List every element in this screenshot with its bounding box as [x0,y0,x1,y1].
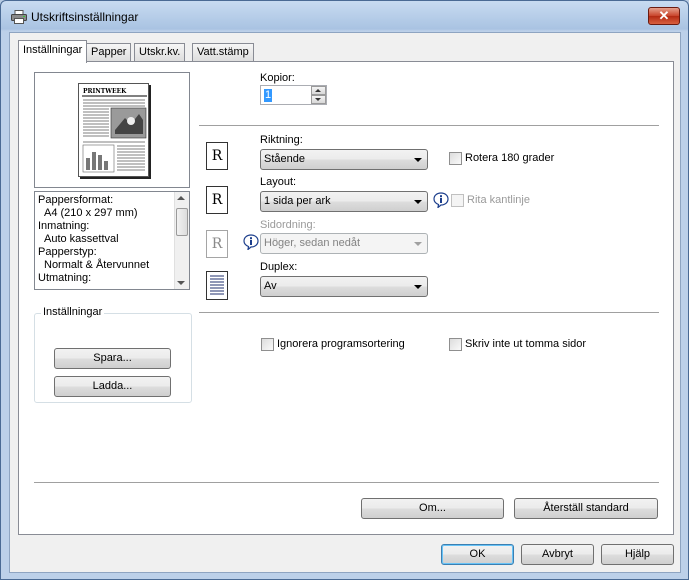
reset-defaults-button[interactable]: Återställ standard [514,498,658,519]
orientation-portrait-icon: R [206,142,228,170]
tab-label: Inställningar [23,44,83,56]
save-button[interactable]: Spara... [54,348,171,369]
load-button-label: Ladda... [92,380,133,392]
orientation-select[interactable]: Stående [260,149,428,170]
tab-papper[interactable]: Papper [86,43,132,62]
chevron-down-icon [414,200,422,204]
summary-line: Auto kassettval [44,233,119,245]
tab-installningar[interactable]: Inställningar [18,40,88,63]
page-order-value: Höger, sedan nedåt [264,237,361,249]
skip-blank-pages-label[interactable]: Skriv inte ut tomma sidor [465,338,586,350]
tab-vattstamp[interactable]: Vatt.stämp [192,43,254,62]
spin-down-button[interactable] [311,95,326,104]
ok-button[interactable]: OK [441,544,514,565]
close-icon: ✕ [658,8,670,23]
layout-select[interactable]: 1 sida per ark [260,191,428,212]
orientation-value: Stående [264,153,305,165]
spin-up-icon [315,89,321,92]
spin-up-button[interactable] [311,86,326,95]
rotate-180-checkbox[interactable] [449,152,462,165]
page-order-glyph: R [211,236,223,252]
duplex-select[interactable]: Av [260,276,428,297]
cancel-button-label: Avbryt [542,548,573,560]
chevron-down-icon [414,242,422,246]
tab-label: Vatt.stämp [197,46,249,58]
settings-panel: PRINTWEEK Pappersformat: A4 (210 x 297 m… [18,61,674,535]
duplex-document-icon [206,271,228,300]
scroll-up-icon[interactable] [177,196,185,200]
scroll-thumb[interactable] [176,208,188,236]
info-icon[interactable] [243,234,259,250]
window-title: Utskriftsinställningar [31,10,139,24]
info-icon[interactable] [433,192,449,208]
close-button[interactable]: ✕ [648,7,680,25]
page-preview: PRINTWEEK [34,72,190,188]
chevron-down-icon [414,158,422,162]
dialog-client-area: Inställningar Papper Utskr.kv. Vatt.stäm… [9,32,681,573]
summary-line: Utmatning: [38,272,92,284]
summary-line: A4 (210 x 297 mm) [44,207,138,219]
tab-label: Papper [91,46,127,58]
layout-glyph: R [211,192,223,208]
tab-label: Utskr.kv. [139,46,181,58]
copies-spinner[interactable]: 1 [260,85,327,105]
page-order-label: Sidordning: [260,219,316,231]
separator [199,125,659,126]
settings-summary-list[interactable]: Pappersformat: A4 (210 x 297 mm) Inmatni… [34,191,190,290]
page-order-icon: R [206,230,228,258]
draw-border-checkbox[interactable] [451,194,464,207]
help-button-label: Hjälp [624,548,651,560]
scroll-down-icon[interactable] [177,281,185,285]
tab-utskrkv[interactable]: Utskr.kv. [134,43,186,62]
cancel-button[interactable]: Avbryt [521,544,594,565]
help-button[interactable]: Hjälp [601,544,674,565]
groupbox-legend: Inställningar [41,306,105,318]
orientation-label: Riktning: [260,134,303,146]
chevron-down-icon [414,285,422,289]
title-bar[interactable]: Utskriftsinställningar ✕ [1,1,688,31]
preview-page: PRINTWEEK [78,83,149,177]
reset-defaults-label: Återställ standard [543,502,629,514]
about-button[interactable]: Om... [361,498,504,519]
duplex-label: Duplex: [260,261,298,273]
ignore-app-collate-label[interactable]: Ignorera programsortering [277,338,405,350]
draw-border-label: Rita kantlinje [467,194,530,206]
orientation-glyph: R [211,148,223,164]
copies-value[interactable]: 1 [264,89,273,102]
print-preferences-window: Utskriftsinställningar ✕ Inställningar P… [0,0,689,580]
about-button-label: Om... [419,502,446,514]
save-button-label: Spara... [93,352,132,364]
ok-button-label: OK [469,548,486,560]
printer-icon [11,10,27,24]
load-button[interactable]: Ladda... [54,376,171,397]
page-order-select[interactable]: Höger, sedan nedåt [260,233,428,254]
layout-value: 1 sida per ark [264,195,331,207]
summary-line: Pappersformat: [38,194,114,206]
summary-line: Normalt & Återvunnet [44,259,150,271]
copies-label: Kopior: [260,72,295,84]
separator [199,312,659,313]
summary-scrollbar[interactable] [174,192,189,289]
layout-single-page-icon: R [206,186,228,214]
summary-line: Inmatning: [38,220,90,232]
settings-groupbox: Inställningar Spara... Ladda... [34,306,192,403]
summary-line: Papperstyp: [38,246,97,258]
rotate-180-label[interactable]: Rotera 180 grader [465,152,554,164]
ignore-app-collate-checkbox[interactable] [261,338,274,351]
duplex-value: Av [264,280,277,292]
layout-label: Layout: [260,176,297,188]
newspaper-title: PRINTWEEK [83,88,127,95]
separator [34,482,659,483]
skip-blank-pages-checkbox[interactable] [449,338,462,351]
spin-down-icon [315,98,321,101]
newspaper-thumbnail-icon: PRINTWEEK [82,88,147,173]
